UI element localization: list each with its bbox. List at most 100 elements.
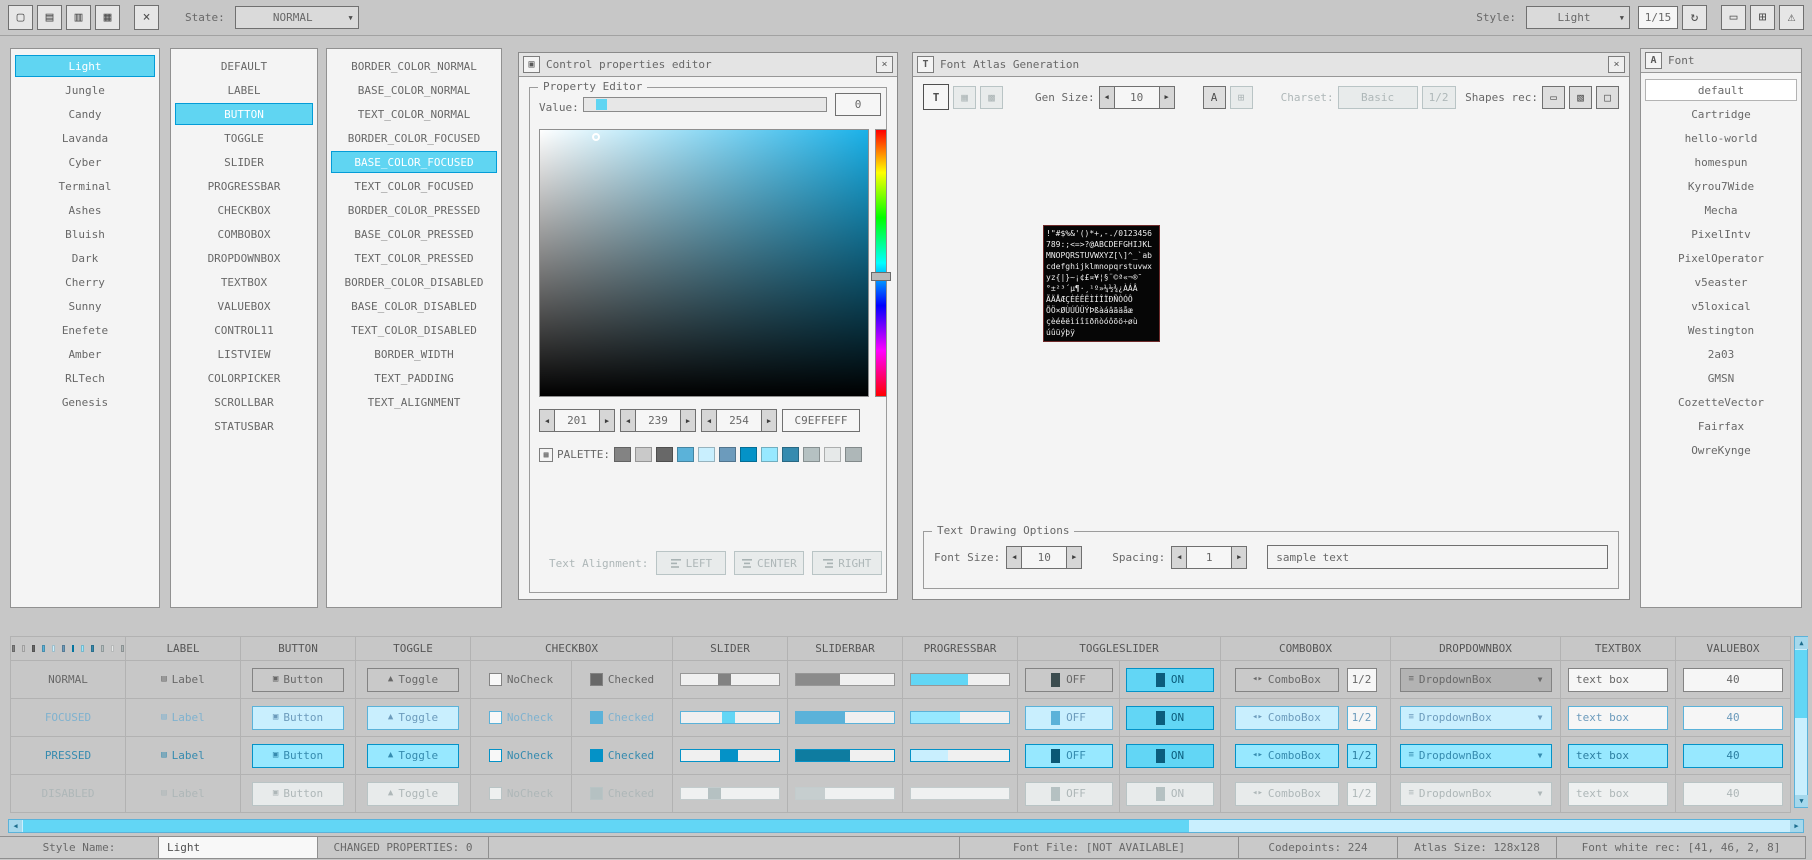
shapes-rec-button-2[interactable]: ▧ [1569, 86, 1592, 109]
green-value[interactable]: 239 [636, 409, 680, 432]
charset-dropdown[interactable]: Basic [1338, 86, 1418, 109]
palette-swatch[interactable] [614, 447, 631, 462]
gen-size-value[interactable]: 10 [1115, 86, 1159, 109]
state-dropdown[interactable]: NORMAL ▼ [235, 6, 359, 29]
slider-knob[interactable] [718, 674, 731, 685]
palette-swatch[interactable] [803, 447, 820, 462]
style-item-dark[interactable]: Dark [15, 247, 155, 269]
textbox-preview[interactable]: text box [1568, 744, 1668, 768]
value-slider[interactable] [583, 97, 827, 112]
toggleslider-off-preview[interactable]: OFF [1025, 706, 1113, 730]
scroll-right-icon[interactable]: ▶ [1790, 820, 1803, 832]
property-item[interactable]: TEXT_COLOR_DISABLED [331, 319, 497, 341]
screen-size-button[interactable]: ▭ [1721, 5, 1746, 30]
control-item-slider[interactable]: SLIDER [175, 151, 313, 173]
control-item-button[interactable]: BUTTON [175, 103, 313, 125]
font-item[interactable]: Cartridge [1645, 103, 1797, 125]
control-item-progressbar[interactable]: PROGRESSBAR [175, 175, 313, 197]
hue-bar[interactable] [875, 129, 887, 397]
style-item-light[interactable]: Light [15, 55, 155, 77]
control-item-control11[interactable]: CONTROL11 [175, 319, 313, 341]
style-item-sunny[interactable]: Sunny [15, 295, 155, 317]
font-item[interactable]: PixelOperator [1645, 247, 1797, 269]
scroll-left-icon[interactable]: ◀ [9, 820, 22, 832]
blue-value[interactable]: 254 [717, 409, 761, 432]
property-item-selected[interactable]: BASE_COLOR_FOCUSED [331, 151, 497, 173]
button-preview[interactable]: ▣Button [252, 706, 344, 730]
property-item[interactable]: BASE_COLOR_NORMAL [331, 79, 497, 101]
palette-swatch[interactable] [677, 447, 694, 462]
toggle-preview[interactable]: ▲Toggle [367, 668, 459, 692]
spinner-right-button[interactable]: ▶ [1066, 546, 1082, 569]
property-item[interactable]: BORDER_COLOR_NORMAL [331, 55, 497, 77]
toggleslider-on-preview[interactable]: ON [1126, 744, 1214, 768]
font-item[interactable]: CozetteVector [1645, 391, 1797, 413]
control-item-valuebox[interactable]: VALUEBOX [175, 295, 313, 317]
toggleslider-on-preview[interactable]: ON [1126, 668, 1214, 692]
toggleslider-off-preview[interactable]: OFF [1025, 668, 1113, 692]
control-item-checkbox[interactable]: CHECKBOX [175, 199, 313, 221]
close-button[interactable]: × [1608, 56, 1625, 73]
font-item[interactable]: Westington [1645, 319, 1797, 341]
button-preview[interactable]: ▣Button [252, 744, 344, 768]
font-atlas-image[interactable]: !"#$%&'()*+,-./0123456 789:;<=>?@ABCDEFG… [1043, 225, 1160, 342]
control-item-textbox[interactable]: TEXTBOX [175, 271, 313, 293]
align-left-button[interactable]: LEFT [656, 551, 726, 575]
palette-swatch[interactable] [845, 447, 862, 462]
control-item-toggle[interactable]: TOGGLE [175, 127, 313, 149]
palette-swatch[interactable] [719, 447, 736, 462]
palette-swatch[interactable] [824, 447, 841, 462]
combobox-preview[interactable]: ◂▸ComboBox [1235, 706, 1339, 730]
valuebox-preview[interactable]: 40 [1683, 668, 1783, 692]
sliderbar-preview[interactable] [795, 749, 895, 762]
spinner-right-button[interactable]: ▶ [599, 409, 615, 432]
font-item[interactable]: 2a03 [1645, 343, 1797, 365]
palette-swatch[interactable] [782, 447, 799, 462]
style-item-cyber[interactable]: Cyber [15, 151, 155, 173]
slider-knob[interactable] [720, 750, 738, 761]
checkbox-checked[interactable] [590, 749, 603, 762]
spinner-right-button[interactable]: ▶ [1231, 546, 1247, 569]
palette-swatch[interactable] [656, 447, 673, 462]
sliderbar-preview[interactable] [795, 673, 895, 686]
control-item-combobox[interactable]: COMBOBOX [175, 223, 313, 245]
font-item[interactable]: OwreKynge [1645, 439, 1797, 461]
load-style-button[interactable]: ▤ [37, 5, 62, 30]
close-button[interactable]: × [876, 56, 893, 73]
dropdownbox-preview[interactable]: ≡DropdownBox▼ [1400, 668, 1552, 692]
atlas-clear-button[interactable]: ▩ [980, 86, 1003, 109]
scroll-up-icon[interactable]: ▲ [1795, 637, 1808, 649]
font-type-button[interactable]: T [923, 84, 949, 110]
control-item-default[interactable]: DEFAULT [175, 55, 313, 77]
charset-text-button[interactable]: A [1203, 86, 1226, 109]
random-style-button[interactable]: × [134, 5, 159, 30]
slider-preview[interactable] [680, 673, 780, 686]
property-item[interactable]: BASE_COLOR_DISABLED [331, 295, 497, 317]
control-item-statusbar[interactable]: STATUSBAR [175, 415, 313, 437]
spinner-left-button[interactable]: ◀ [539, 409, 555, 432]
control-item-dropdownbox[interactable]: DROPDOWNBOX [175, 247, 313, 269]
font-item[interactable]: hello-world [1645, 127, 1797, 149]
font-item-default[interactable]: default [1645, 79, 1797, 101]
scroll-down-icon[interactable]: ▼ [1795, 795, 1808, 807]
spinner-left-button[interactable]: ◀ [1006, 546, 1022, 569]
checkbox-unchecked[interactable] [489, 749, 502, 762]
value-slider-knob[interactable] [596, 99, 607, 110]
control-item-scrollbar[interactable]: SCROLLBAR [175, 391, 313, 413]
property-item[interactable]: TEXT_ALIGNMENT [331, 391, 497, 413]
palette-swatch[interactable] [740, 447, 757, 462]
spinner-left-button[interactable]: ◀ [1099, 86, 1115, 109]
spinner-right-button[interactable]: ▶ [1159, 86, 1175, 109]
shapes-rec-button-1[interactable]: ▭ [1542, 86, 1565, 109]
new-style-button[interactable]: ▢ [8, 5, 33, 30]
palette-swatch[interactable] [698, 447, 715, 462]
checkbox-unchecked[interactable] [489, 711, 502, 724]
property-item[interactable]: BORDER_COLOR_FOCUSED [331, 127, 497, 149]
save-style-button[interactable]: ▥ [66, 5, 91, 30]
style-item-rltech[interactable]: RLTech [15, 367, 155, 389]
font-item[interactable]: v5easter [1645, 271, 1797, 293]
slider-preview[interactable] [680, 749, 780, 762]
font-item[interactable]: homespun [1645, 151, 1797, 173]
font-item[interactable]: Mecha [1645, 199, 1797, 221]
combobox-index[interactable]: 1/2 [1347, 668, 1377, 692]
